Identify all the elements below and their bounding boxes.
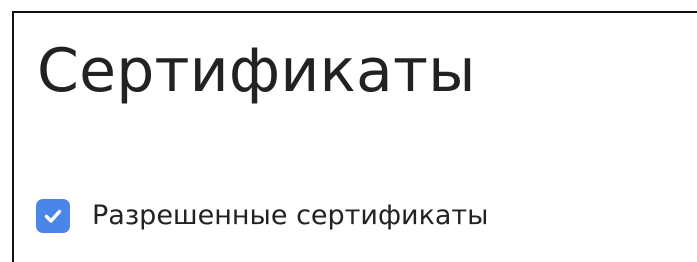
- checkmark-icon: [44, 209, 62, 223]
- allowed-certificates-setting[interactable]: Разрешенные сертификаты: [36, 199, 488, 233]
- page-title: Сертификаты: [37, 36, 476, 106]
- allowed-certificates-checkbox[interactable]: [36, 199, 70, 233]
- certificates-panel: Сертификаты Разрешенные сертификаты: [12, 11, 697, 262]
- allowed-certificates-label[interactable]: Разрешенные сертификаты: [92, 199, 488, 233]
